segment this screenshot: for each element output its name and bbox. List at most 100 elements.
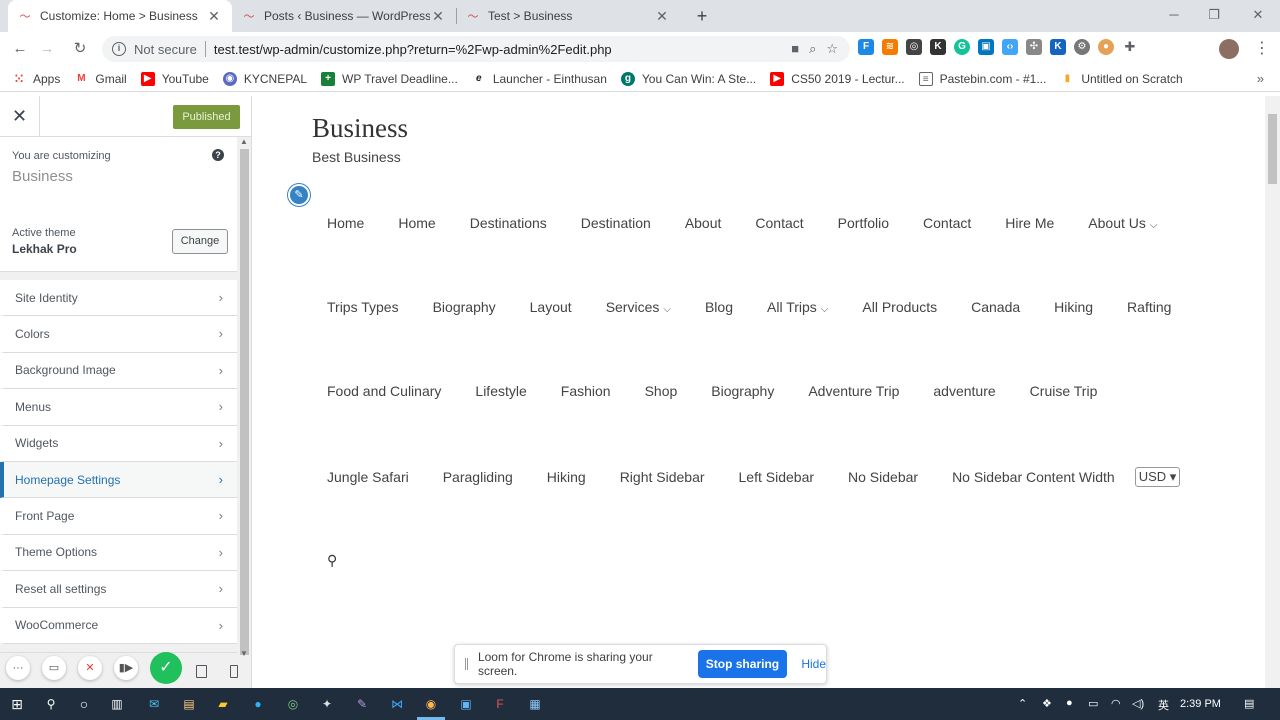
code-icon[interactable]: ‹› bbox=[1002, 39, 1018, 55]
menu-item[interactable]: Destinations bbox=[470, 215, 547, 231]
menu-item[interactable]: Contact bbox=[755, 215, 803, 231]
menu-item[interactable]: Cruise Trip bbox=[1030, 383, 1098, 399]
taskbar-clock[interactable]: 2:39 PM bbox=[1180, 698, 1221, 710]
windows-start-icon[interactable]: ⊞ bbox=[8, 695, 26, 713]
published-button[interactable]: Published bbox=[173, 105, 240, 129]
reload-icon[interactable]: ↻ bbox=[69, 38, 91, 60]
wifi-icon[interactable]: ◠ bbox=[1111, 697, 1121, 710]
new-tab-button[interactable]: + bbox=[692, 4, 712, 28]
extension-icon[interactable]: ▣ bbox=[978, 39, 994, 55]
bookmark-gmail[interactable]: M Gmail bbox=[74, 72, 127, 86]
close-tab-icon[interactable]: ✕ bbox=[430, 8, 446, 25]
currency-select[interactable]: USD ▾ bbox=[1134, 467, 1181, 487]
menu-item[interactable]: Home bbox=[327, 215, 364, 231]
zoom-icon[interactable]: ⌕ bbox=[809, 41, 816, 57]
menu-item[interactable]: Contact bbox=[923, 215, 971, 231]
close-tab-icon[interactable]: ✕ bbox=[654, 8, 670, 25]
address-bar[interactable]: i Not secure test.test/wp-admin/customiz… bbox=[102, 36, 850, 62]
app-icon[interactable]: ▦ bbox=[526, 695, 544, 713]
more-bookmarks-icon[interactable]: » bbox=[1257, 71, 1264, 86]
extension-icon[interactable]: ⚙ bbox=[1074, 39, 1090, 55]
app-icon[interactable]: ✎ bbox=[353, 695, 371, 713]
more-options-icon[interactable]: ··· bbox=[6, 656, 30, 680]
camera-icon[interactable]: ■ bbox=[791, 41, 799, 57]
menu-item[interactable]: Rafting bbox=[1127, 299, 1171, 315]
section-homepage-settings[interactable]: Homepage Settings › bbox=[0, 461, 237, 499]
menu-item[interactable]: About bbox=[685, 215, 722, 231]
menu-item[interactable]: Food and Culinary bbox=[327, 383, 441, 399]
menu-item[interactable]: Home bbox=[398, 215, 435, 231]
menu-item[interactable]: Left Sidebar bbox=[739, 469, 815, 485]
task-view-icon[interactable]: ▥ bbox=[108, 695, 126, 713]
section-reset-settings[interactable]: Reset all settings › bbox=[0, 571, 237, 608]
forward-icon[interactable]: → bbox=[36, 38, 58, 60]
edit-shortcut-icon[interactable]: ✎ bbox=[288, 184, 310, 206]
search-icon[interactable]: ⚲ bbox=[327, 552, 337, 569]
menu-item[interactable]: Hire Me bbox=[1005, 215, 1054, 231]
search-icon[interactable]: ⚲ bbox=[42, 695, 60, 713]
menu-item[interactable]: Layout bbox=[530, 299, 572, 315]
site-title[interactable]: Business bbox=[312, 113, 408, 144]
notifications-icon[interactable]: ▤ bbox=[1244, 697, 1254, 710]
tab-test[interactable]: 〜 Test > Business ✕ bbox=[456, 0, 680, 32]
extension-icon[interactable]: K bbox=[930, 39, 946, 55]
section-front-page[interactable]: Front Page › bbox=[0, 498, 237, 535]
bookmark-einthusan[interactable]: e Launcher - Einthusan bbox=[472, 72, 607, 86]
bookmark-cs50[interactable]: ▶ CS50 2019 - Lectur... bbox=[770, 71, 905, 86]
battery-icon[interactable]: ▭ bbox=[1088, 697, 1098, 710]
puzzle-icon[interactable]: ✚ bbox=[1122, 39, 1138, 55]
info-icon[interactable]: i bbox=[112, 42, 126, 56]
back-icon[interactable]: ← bbox=[9, 38, 31, 60]
section-menus[interactable]: Menus › bbox=[0, 389, 237, 426]
mobile-preview-icon[interactable] bbox=[230, 665, 238, 678]
microphone-icon[interactable]: ● bbox=[1066, 697, 1073, 709]
extension-icon[interactable]: ◎ bbox=[906, 39, 922, 55]
volume-icon[interactable]: ◁) bbox=[1132, 697, 1144, 710]
profile-avatar[interactable] bbox=[1219, 39, 1239, 59]
menu-item[interactable]: adventure bbox=[933, 383, 995, 399]
menu-item[interactable]: Portfolio bbox=[838, 215, 889, 231]
menu-item[interactable]: Adventure Trip bbox=[808, 383, 899, 399]
scroll-up-icon[interactable]: ▲ bbox=[240, 137, 248, 146]
url-text[interactable]: test.test/wp-admin/customize.php?return=… bbox=[214, 42, 612, 57]
section-widgets[interactable]: Widgets › bbox=[0, 425, 237, 462]
chrome-icon[interactable]: ◉ bbox=[422, 695, 440, 713]
menu-item[interactable]: Fashion bbox=[561, 383, 611, 399]
menu-item[interactable]: About Us ⌵ bbox=[1088, 215, 1157, 231]
change-theme-button[interactable]: Change bbox=[172, 229, 228, 254]
tablet-preview-icon[interactable] bbox=[196, 665, 207, 678]
drag-handle-icon[interactable] bbox=[465, 658, 468, 670]
menu-item[interactable]: Right Sidebar bbox=[620, 469, 705, 485]
language-icon[interactable]: 英 bbox=[1158, 697, 1169, 713]
pause-icon[interactable]: ▮▶ bbox=[114, 656, 138, 680]
bookmark-apps[interactable]: ⁙ Apps bbox=[12, 72, 60, 86]
scrollbar-thumb[interactable] bbox=[1268, 114, 1277, 184]
menu-item[interactable]: Canada bbox=[971, 299, 1020, 315]
app-icon[interactable]: ✦ bbox=[318, 695, 336, 713]
help-icon[interactable]: ? bbox=[212, 149, 224, 161]
chrome-icon[interactable]: ◎ bbox=[284, 695, 302, 713]
menu-item[interactable]: Trips Types bbox=[327, 299, 399, 315]
edge-icon[interactable]: ● bbox=[249, 695, 267, 713]
extension-icon[interactable]: K bbox=[1050, 39, 1066, 55]
bookmark-youtube[interactable]: ▶ YouTube bbox=[140, 71, 209, 86]
close-tab-icon[interactable]: ✕ bbox=[206, 8, 222, 25]
menu-item[interactable]: Shop bbox=[645, 383, 678, 399]
close-customizer-icon[interactable]: ✕ bbox=[0, 96, 40, 136]
zoom-app-icon[interactable]: ▣ bbox=[457, 695, 475, 713]
preview-scrollbar[interactable] bbox=[1265, 96, 1280, 688]
section-theme-options[interactable]: Theme Options › bbox=[0, 534, 237, 572]
menu-item[interactable]: Destination bbox=[581, 215, 651, 231]
filezilla-icon[interactable]: F bbox=[491, 695, 509, 713]
menu-item[interactable]: Hiking bbox=[547, 469, 586, 485]
finish-recording-icon[interactable]: ✓ bbox=[150, 652, 182, 684]
menu-item[interactable]: Paragliding bbox=[443, 469, 513, 485]
tray-expand-icon[interactable]: ⌃ bbox=[1018, 697, 1027, 710]
notepad-icon[interactable]: ▤ bbox=[180, 695, 198, 713]
stop-sharing-button[interactable]: Stop sharing bbox=[697, 650, 788, 678]
bookmark-kycnepal[interactable]: ◉ KYCNEPAL bbox=[222, 71, 307, 86]
menu-item[interactable]: All Trips ⌵ bbox=[767, 299, 828, 315]
menu-item[interactable]: Jungle Safari bbox=[327, 469, 409, 485]
menu-item[interactable]: Lifestyle bbox=[475, 383, 526, 399]
grammarly-icon[interactable]: G bbox=[954, 39, 970, 55]
